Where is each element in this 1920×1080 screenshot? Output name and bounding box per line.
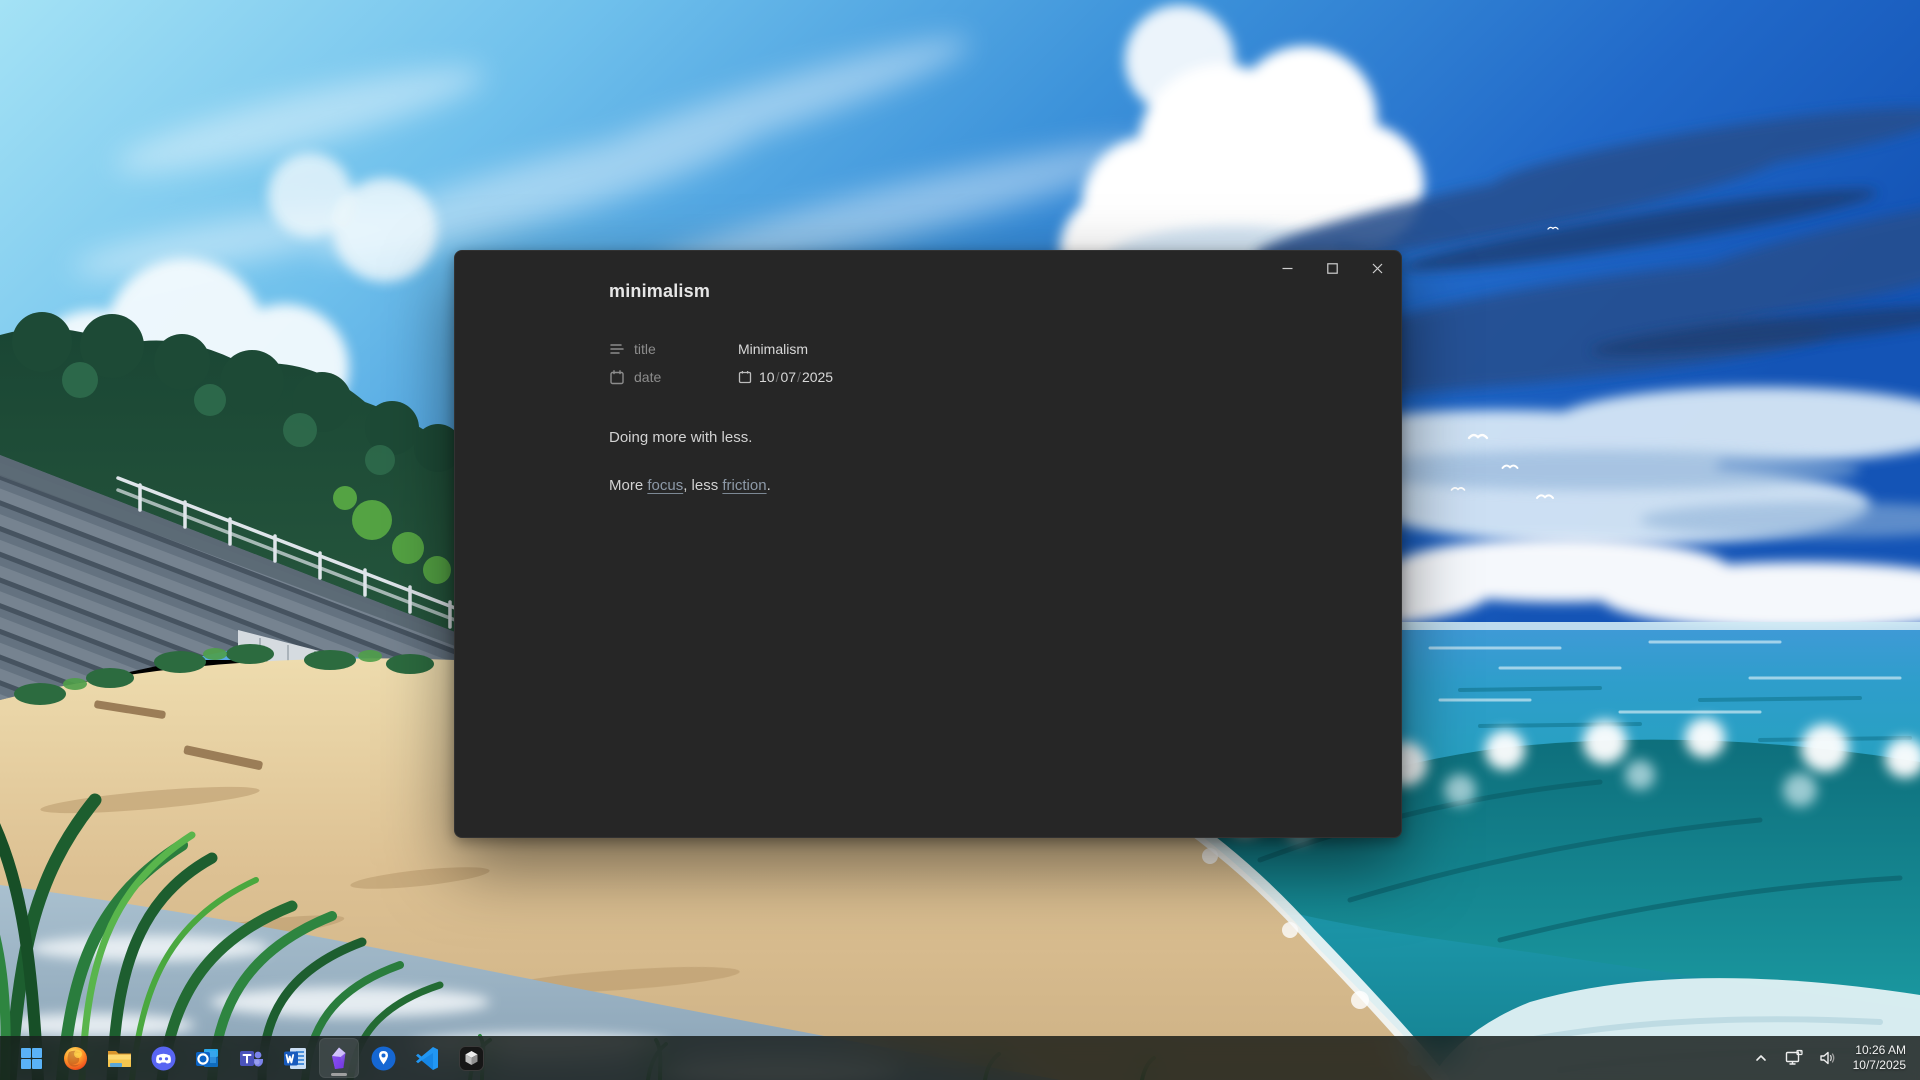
word-icon bbox=[282, 1045, 309, 1072]
outlook-icon bbox=[194, 1045, 221, 1072]
clock-date: 10/7/2025 bbox=[1853, 1058, 1906, 1073]
cube-app-icon bbox=[458, 1045, 485, 1072]
volume-button[interactable] bbox=[1813, 1040, 1843, 1076]
taskbar-item-teams[interactable] bbox=[231, 1038, 271, 1078]
text-run: . bbox=[767, 477, 771, 494]
taskbar-apps bbox=[0, 1038, 491, 1078]
teams-icon bbox=[238, 1045, 265, 1072]
property-value-date[interactable]: 10 / 07 / 2025 bbox=[738, 369, 833, 385]
properties-panel: title Minimalism date bbox=[609, 335, 833, 391]
network-icon bbox=[1784, 1049, 1804, 1067]
taskbar-item-outlook[interactable] bbox=[187, 1038, 227, 1078]
taskbar-item-file-explorer[interactable] bbox=[99, 1038, 139, 1078]
text-run: , less bbox=[683, 477, 722, 494]
link-focus[interactable]: focus bbox=[647, 477, 683, 494]
clock-time: 10:26 AM bbox=[1853, 1043, 1906, 1058]
taskbar: 10:26 AM 10/7/2025 bbox=[0, 1036, 1920, 1080]
note-title[interactable]: minimalism bbox=[609, 281, 710, 302]
property-row-title: title Minimalism bbox=[609, 335, 833, 363]
text-list-icon bbox=[609, 341, 625, 357]
file-explorer-icon bbox=[106, 1045, 133, 1072]
discord-icon bbox=[150, 1045, 177, 1072]
active-app-indicator bbox=[331, 1073, 347, 1076]
calendar-small-icon bbox=[738, 370, 752, 384]
property-label: title bbox=[634, 341, 656, 357]
volume-icon bbox=[1818, 1049, 1838, 1067]
taskbar-item-obsidian[interactable] bbox=[319, 1038, 359, 1078]
close-icon bbox=[1372, 263, 1383, 274]
taskbar-item-vscode[interactable] bbox=[407, 1038, 447, 1078]
text-run: More bbox=[609, 477, 647, 494]
network-button[interactable] bbox=[1779, 1040, 1809, 1076]
vscode-icon bbox=[414, 1045, 441, 1072]
maximize-icon bbox=[1327, 263, 1338, 274]
taskbar-item-word[interactable] bbox=[275, 1038, 315, 1078]
property-key-title[interactable]: title bbox=[609, 341, 738, 357]
taskbar-clock[interactable]: 10:26 AM 10/7/2025 bbox=[1847, 1043, 1910, 1073]
paragraph: More focus, less friction. bbox=[609, 475, 1249, 497]
date-month: 10 bbox=[759, 369, 775, 385]
desktop: minimalism title Minimalism bbox=[0, 0, 1920, 1080]
link-friction[interactable]: friction bbox=[722, 477, 766, 494]
property-key-date[interactable]: date bbox=[609, 369, 738, 385]
property-row-date: date 10 / 07 / 2025 bbox=[609, 363, 833, 391]
property-label: date bbox=[634, 369, 661, 385]
minimize-icon bbox=[1282, 263, 1293, 274]
date-year: 2025 bbox=[802, 369, 833, 385]
taskbar-item-firefox[interactable] bbox=[55, 1038, 95, 1078]
system-tray: 10:26 AM 10/7/2025 bbox=[1747, 1040, 1920, 1076]
obsidian-icon bbox=[326, 1045, 353, 1072]
note-body[interactable]: Doing more with less. More focus, less f… bbox=[609, 427, 1249, 523]
taskbar-item-maps[interactable] bbox=[363, 1038, 403, 1078]
calendar-icon bbox=[609, 369, 625, 385]
windows-start-icon bbox=[19, 1046, 44, 1071]
minimize-button[interactable] bbox=[1265, 252, 1310, 285]
chevron-up-icon bbox=[1752, 1050, 1770, 1066]
maps-icon bbox=[370, 1045, 397, 1072]
start-button[interactable] bbox=[11, 1038, 51, 1078]
note-window: minimalism title Minimalism bbox=[454, 250, 1402, 838]
taskbar-item-discord[interactable] bbox=[143, 1038, 183, 1078]
maximize-button[interactable] bbox=[1310, 252, 1355, 285]
paragraph: Doing more with less. bbox=[609, 427, 1249, 449]
date-day: 07 bbox=[780, 369, 796, 385]
taskbar-item-cube-app[interactable] bbox=[451, 1038, 491, 1078]
hidden-icons-button[interactable] bbox=[1747, 1040, 1775, 1076]
window-controls bbox=[1265, 252, 1400, 285]
firefox-icon bbox=[62, 1045, 89, 1072]
close-button[interactable] bbox=[1355, 252, 1400, 285]
property-value-title[interactable]: Minimalism bbox=[738, 341, 808, 357]
